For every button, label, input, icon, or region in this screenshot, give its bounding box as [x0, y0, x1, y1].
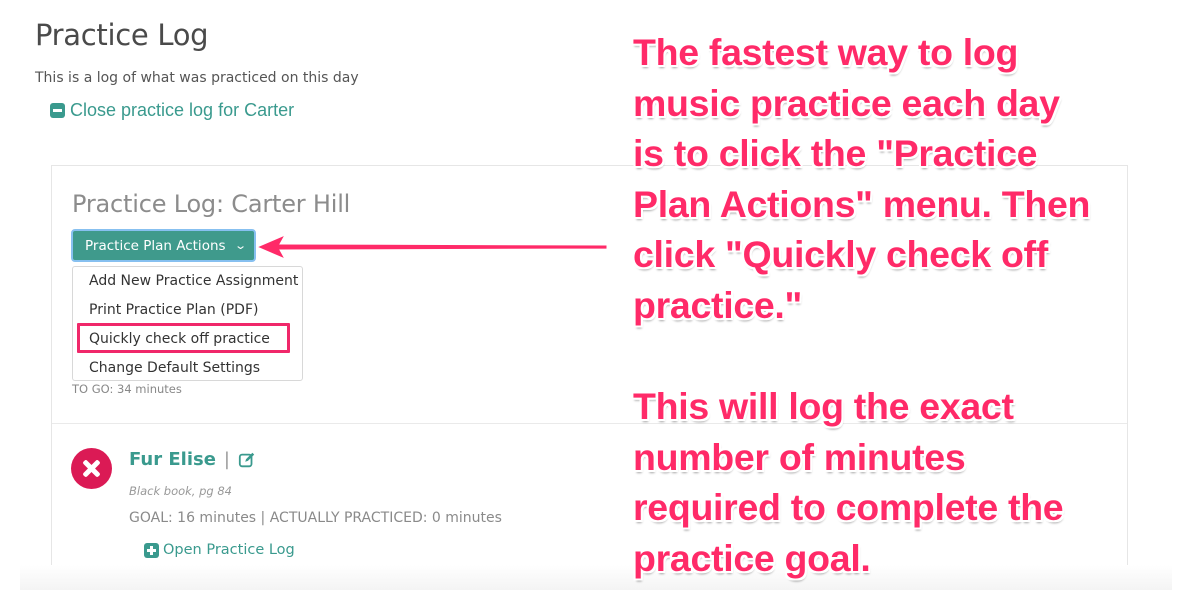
- x-circle-icon: [71, 448, 112, 489]
- title-separator: |: [223, 449, 230, 470]
- edit-icon[interactable]: [238, 451, 256, 469]
- menu-item-add-new-practice-assignment[interactable]: Add New Practice Assignment: [89, 273, 298, 289]
- assignment-title[interactable]: Fur Elise: [129, 449, 216, 470]
- page-subtitle: This is a log of what was practiced on t…: [35, 70, 359, 86]
- open-practice-log-label: Open Practice Log: [163, 542, 295, 558]
- practice-plan-actions-button[interactable]: Practice Plan Actions ⌄: [71, 229, 256, 262]
- menu-item-change-default-settings[interactable]: Change Default Settings: [89, 360, 260, 376]
- chevron-down-icon: ⌄: [233, 239, 247, 252]
- plus-square-icon: [144, 542, 159, 558]
- assignment-book: Black book, pg 84: [129, 484, 233, 498]
- annotation-callout-2: This will log the exact number of minute…: [633, 385, 1064, 579]
- minus-square-icon: [50, 103, 65, 118]
- close-practice-log-label: Close practice log for Carter: [70, 100, 295, 120]
- assignment-header: Fur Elise |: [129, 449, 256, 470]
- annotation-callout-1: The fastest way to log music practice ea…: [633, 31, 1091, 326]
- page-title: Practice Log: [35, 18, 209, 52]
- practice-plan-actions-menu: Add New Practice Assignment Print Practi…: [72, 266, 303, 381]
- assignment-goal: GOAL: 16 minutes | ACTUALLY PRACTICED: 0…: [129, 510, 502, 526]
- menu-item-print-practice-plan[interactable]: Print Practice Plan (PDF): [89, 302, 258, 318]
- open-practice-log-link[interactable]: Open Practice Log: [144, 542, 295, 558]
- time-to-go: TO GO: 34 minutes: [72, 382, 182, 396]
- panel-title: Practice Log: Carter Hill: [72, 190, 351, 218]
- practice-plan-actions-label: Practice Plan Actions: [85, 237, 226, 254]
- close-practice-log-link[interactable]: Close practice log for Carter: [50, 100, 294, 121]
- annotation-arrow-icon: [255, 233, 608, 261]
- menu-item-quickly-check-off-practice[interactable]: Quickly check off practice: [89, 331, 270, 347]
